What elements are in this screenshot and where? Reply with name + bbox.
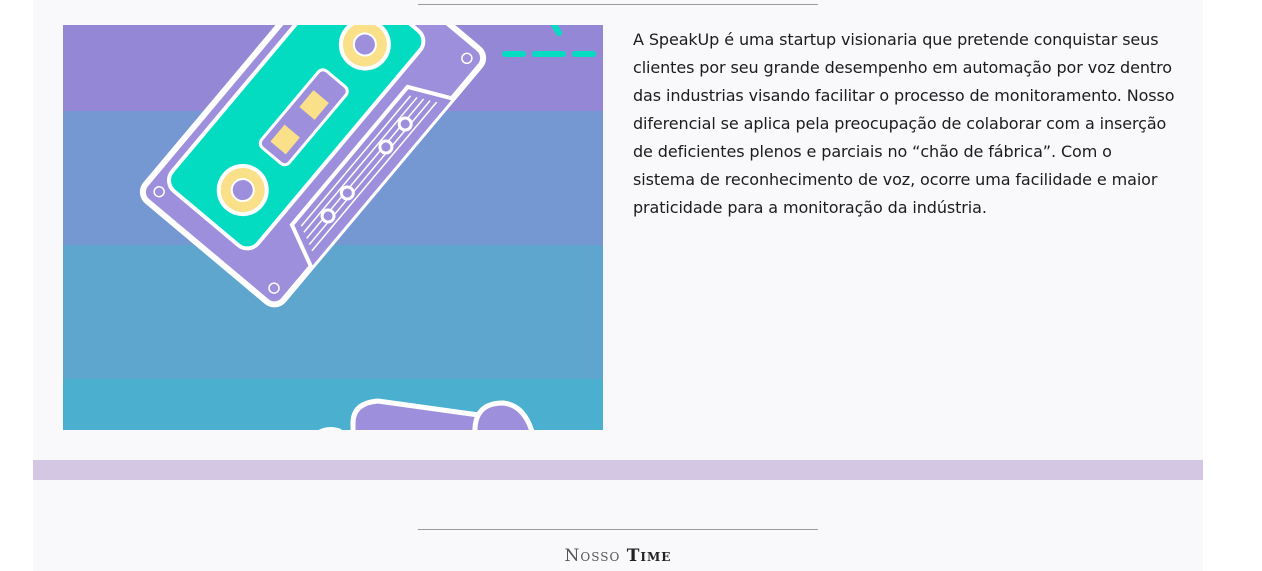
section-title-rule	[418, 529, 818, 530]
section-title-light: Nosso	[564, 546, 621, 566]
page: A SpeakUp é uma startup visionaria que p…	[0, 0, 1262, 571]
section-divider-band	[33, 460, 1203, 480]
section-title: Nosso Time	[418, 546, 818, 566]
top-divider-line	[418, 4, 818, 5]
section-title-bold: Time	[626, 546, 672, 566]
cassette-tape-illustration	[63, 25, 603, 430]
about-description: A SpeakUp é uma startup visionaria que p…	[633, 30, 1175, 217]
